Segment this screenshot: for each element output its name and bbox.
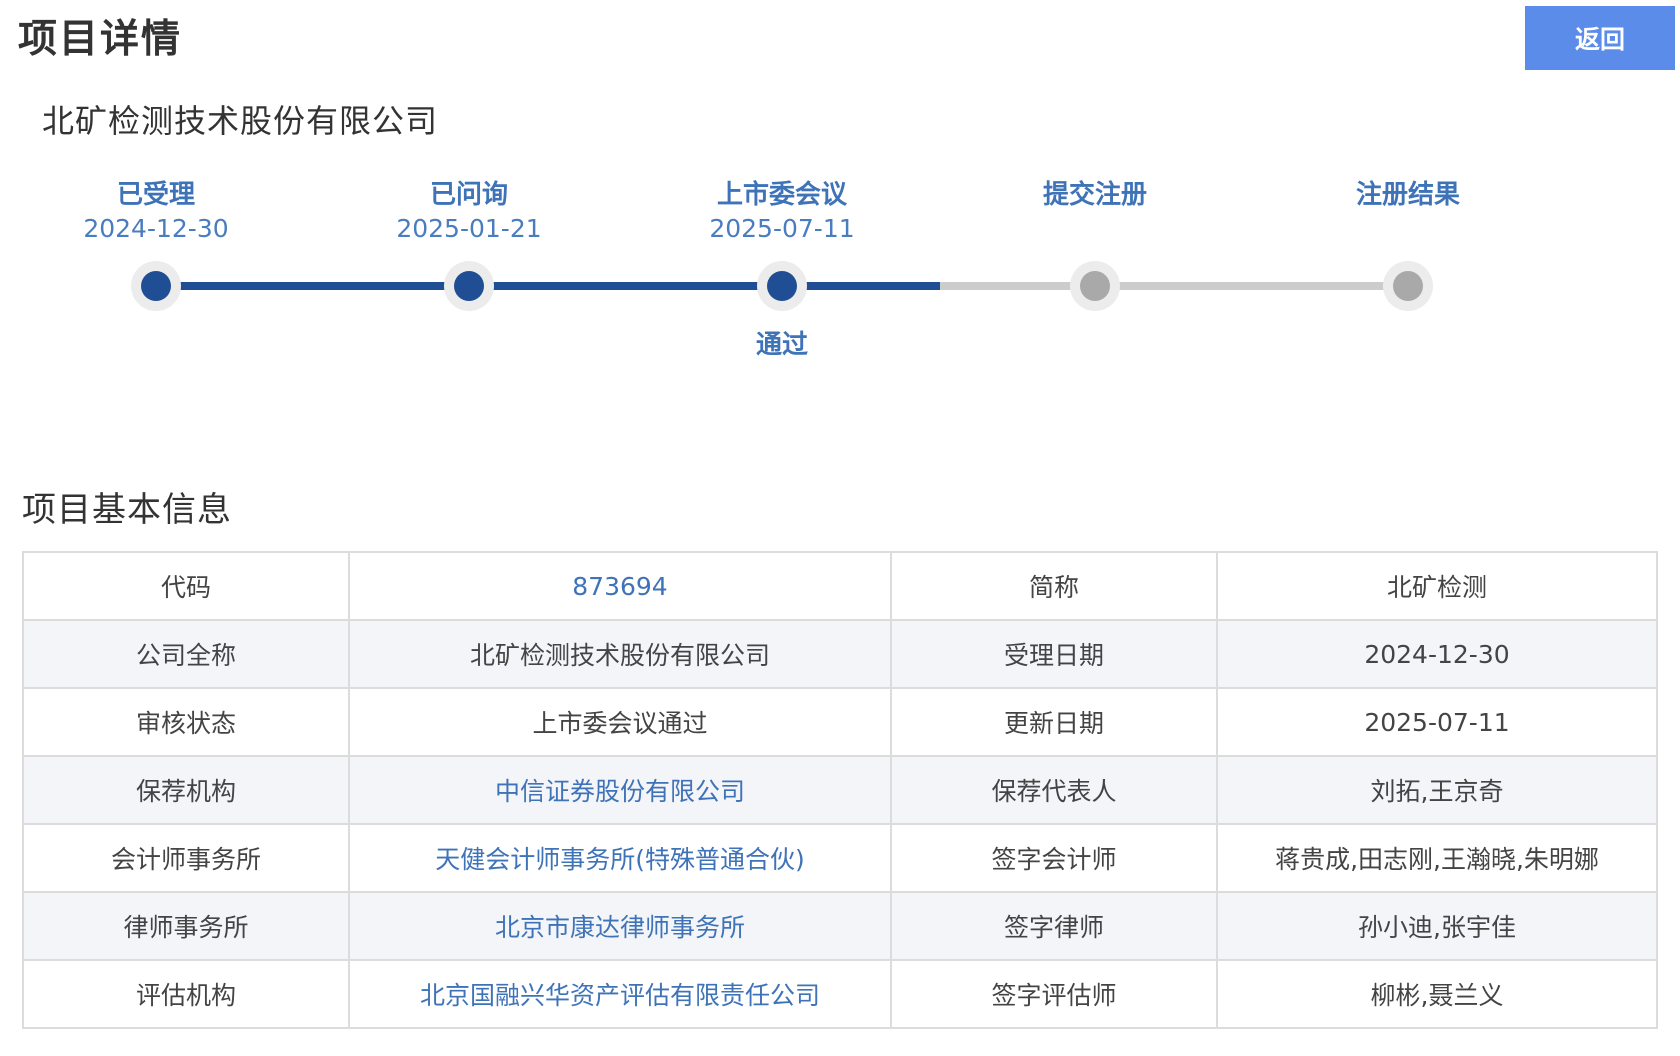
company-name: 北矿检测技术股份有限公司 (42, 102, 439, 140)
table-row: 会计师事务所 天健会计师事务所(特殊普通合伙) 签字会计师 蒋贵成,田志刚,王瀚晓,朱… (22, 823, 1658, 893)
field-label: 保荐机构 (22, 755, 350, 825)
field-value: 刘拓,王京奇 (1216, 755, 1658, 825)
progress-track-fill (156, 282, 940, 290)
step-node (141, 271, 171, 301)
field-label: 更新日期 (890, 687, 1218, 757)
field-value: 北矿检测技术股份有限公司 (348, 619, 892, 689)
field-value-link[interactable]: 中信证券股份有限公司 (348, 755, 892, 825)
table-row: 保荐机构 中信证券股份有限公司 保荐代表人 刘拓,王京奇 (22, 755, 1658, 825)
field-value: 柳彬,聂兰义 (1216, 959, 1658, 1029)
field-value-link[interactable]: 北京国融兴华资产评估有限责任公司 (348, 959, 892, 1029)
step-node (1080, 271, 1110, 301)
field-label: 评估机构 (22, 959, 350, 1029)
field-label: 签字会计师 (890, 823, 1218, 893)
section-title: 项目基本信息 (22, 490, 232, 530)
table-row: 代码 873694 简称 北矿检测 (22, 551, 1658, 621)
field-value-link[interactable]: 北京市康达律师事务所 (348, 891, 892, 961)
field-label: 签字律师 (890, 891, 1218, 961)
field-label: 保荐代表人 (890, 755, 1218, 825)
step-node (454, 271, 484, 301)
step-label: 上市委会议 (716, 180, 847, 210)
table-row: 公司全称 北矿检测技术股份有限公司 受理日期 2024-12-30 (22, 619, 1658, 689)
progress-timeline: 已受理 2024-12-30 已问询 2025-01-21 上市委会议 2025-07-1… (0, 160, 1680, 380)
field-label: 受理日期 (890, 619, 1218, 689)
step-label: 提交注册 (1042, 180, 1147, 210)
step-label: 注册结果 (1355, 180, 1460, 210)
field-value: 2025-07-11 (1216, 687, 1658, 757)
step-date: 2025-01-21 (396, 214, 542, 243)
step-result: 通过 (755, 330, 808, 360)
step-label: 已问询 (429, 180, 508, 210)
step-label: 已受理 (116, 180, 195, 210)
field-label: 审核状态 (22, 687, 350, 757)
field-label: 会计师事务所 (22, 823, 350, 893)
basic-info-table: 代码 873694 简称 北矿检测 公司全称 北矿检测技术股份有限公司 受理日期 2024-1… (22, 551, 1658, 1029)
step-node (767, 271, 797, 301)
field-label: 代码 (22, 551, 350, 621)
field-value: 孙小迪,张宇佳 (1216, 891, 1658, 961)
field-value-link[interactable]: 天健会计师事务所(特殊普通合伙) (348, 823, 892, 893)
page-title: 项目详情 (18, 17, 183, 62)
field-value: 2024-12-30 (1216, 619, 1658, 689)
field-label: 签字评估师 (890, 959, 1218, 1029)
field-label: 简称 (890, 551, 1218, 621)
field-value: 蒋贵成,田志刚,王瀚晓,朱明娜 (1216, 823, 1658, 893)
field-value: 北矿检测 (1216, 551, 1658, 621)
field-label: 公司全称 (22, 619, 350, 689)
table-row: 审核状态 上市委会议通过 更新日期 2025-07-11 (22, 687, 1658, 757)
field-value-link[interactable]: 873694 (348, 551, 892, 621)
table-row: 律师事务所 北京市康达律师事务所 签字律师 孙小迪,张宇佳 (22, 891, 1658, 961)
table-row: 评估机构 北京国融兴华资产评估有限责任公司 签字评估师 柳彬,聂兰义 (22, 959, 1658, 1029)
project-detail-page: 项目详情 返回 北矿检测技术股份有限公司 已受理 2024-12-30 已问询 202… (0, 0, 1680, 1056)
back-button[interactable]: 返回 (1525, 6, 1675, 70)
field-label: 律师事务所 (22, 891, 350, 961)
step-date: 2025-07-11 (709, 214, 855, 243)
field-value: 上市委会议通过 (348, 687, 892, 757)
step-date: 2024-12-30 (83, 214, 229, 243)
step-node (1393, 271, 1423, 301)
